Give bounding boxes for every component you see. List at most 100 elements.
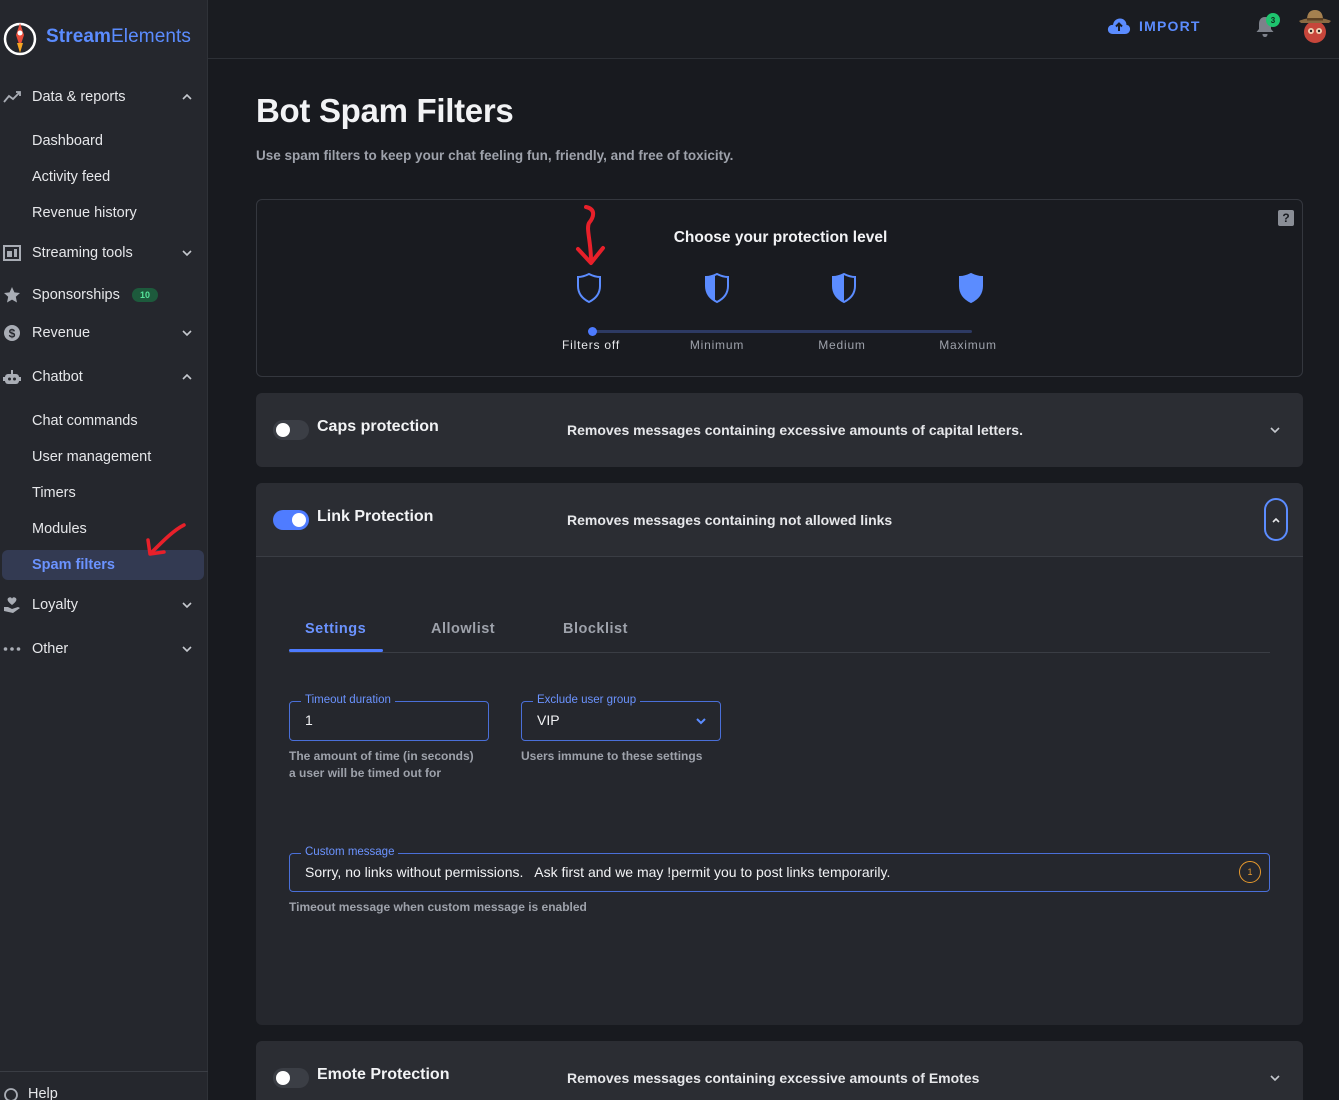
shield-minimum-icon[interactable] bbox=[703, 272, 731, 304]
custom-message-field[interactable]: Custom message Sorry, no links without p… bbox=[289, 846, 1270, 892]
sidebar-item-user-management[interactable]: User management bbox=[0, 439, 208, 475]
annotation-arrow-icon bbox=[576, 205, 605, 265]
sidebar-item-chatbot[interactable]: Chatbot bbox=[0, 359, 208, 395]
emote-protection-row[interactable]: Emote Protection Removes messages contai… bbox=[256, 1041, 1303, 1100]
emote-protection-description: Removes messages containing excessive am… bbox=[567, 1070, 980, 1086]
protection-level-card: Choose your protection level ? Filters o… bbox=[256, 199, 1303, 377]
sponsorships-count-badge: 10 bbox=[132, 288, 159, 302]
sidebar-item-label: Revenue bbox=[32, 325, 91, 341]
shield-maximum-icon[interactable] bbox=[957, 272, 985, 304]
brand-logo[interactable]: StreamElements bbox=[0, 12, 191, 62]
notification-count-badge: 3 bbox=[1266, 13, 1280, 27]
brand-name: StreamElements bbox=[46, 26, 192, 47]
robot-icon bbox=[3, 368, 21, 386]
tab-blocklist[interactable]: Blocklist bbox=[563, 621, 628, 637]
caps-protection-toggle[interactable] bbox=[273, 420, 309, 440]
page-subtitle: Use spam filters to keep your chat feeli… bbox=[256, 148, 734, 163]
more-dots-icon bbox=[3, 640, 21, 658]
dollar-icon: $ bbox=[3, 324, 21, 342]
toggle-knob bbox=[276, 1071, 290, 1085]
timeout-helper-line-2: a user will be timed out for bbox=[289, 766, 442, 780]
sidebar-item-streaming-tools[interactable]: Streaming tools bbox=[0, 235, 208, 271]
chevron-down-icon[interactable] bbox=[1268, 1071, 1282, 1085]
shield-empty-icon[interactable] bbox=[575, 272, 603, 304]
tab-settings[interactable]: Settings bbox=[305, 621, 366, 637]
sidebar-item-label: Other bbox=[32, 641, 69, 657]
link-protection-toggle[interactable] bbox=[273, 510, 309, 530]
custom-message-helper: Timeout message when custom message is e… bbox=[289, 900, 587, 914]
toggle-knob bbox=[292, 513, 306, 527]
sidebar-item-label: User management bbox=[32, 449, 152, 465]
help-link[interactable]: Help bbox=[28, 1086, 58, 1100]
exclude-user-group-label: Exclude user group bbox=[533, 694, 641, 706]
page-title: Bot Spam Filters bbox=[256, 92, 514, 129]
custom-message-counter-badge: 1 bbox=[1239, 861, 1261, 883]
sidebar-item-label: Spam filters bbox=[32, 557, 115, 573]
top-bar: IMPORT 3 bbox=[208, 0, 1339, 59]
level-minimum-label[interactable]: Minimum bbox=[667, 338, 767, 352]
chart-line-icon bbox=[3, 88, 21, 106]
avatar[interactable] bbox=[1297, 8, 1333, 44]
loyalty-icon bbox=[3, 596, 21, 614]
sidebar-item-label: Revenue history bbox=[32, 205, 137, 221]
chevron-down-icon bbox=[182, 250, 192, 257]
chevron-down-icon bbox=[182, 602, 192, 609]
level-filters-off-label[interactable]: Filters off bbox=[541, 338, 641, 352]
star-icon bbox=[3, 286, 21, 304]
timeout-helper-line-1: The amount of time (in seconds) bbox=[289, 749, 474, 763]
sidebar-item-label: Streaming tools bbox=[32, 245, 133, 261]
svg-text:$: $ bbox=[9, 327, 16, 341]
streamelements-logo-icon bbox=[3, 22, 37, 56]
timeout-duration-field[interactable]: Timeout duration 1 bbox=[289, 694, 489, 741]
help-question-icon[interactable]: ? bbox=[1278, 210, 1294, 226]
caps-protection-description: Removes messages containing excessive am… bbox=[567, 422, 1023, 438]
sidebar-item-revenue-history[interactable]: Revenue history bbox=[0, 195, 208, 231]
toggle-knob bbox=[276, 423, 290, 437]
exclude-user-group-helper: Users immune to these settings bbox=[521, 749, 703, 763]
help-circle-icon bbox=[4, 1088, 18, 1100]
chevron-down-icon bbox=[182, 330, 192, 337]
protection-level-slider-handle[interactable] bbox=[588, 327, 597, 336]
level-medium-label[interactable]: Medium bbox=[792, 338, 892, 352]
collapse-button[interactable] bbox=[1264, 498, 1288, 541]
sidebar-item-label: Chat commands bbox=[32, 413, 138, 429]
emote-protection-title: Emote Protection bbox=[317, 1066, 450, 1083]
timeout-duration-value[interactable]: 1 bbox=[305, 712, 313, 728]
sidebar-item-chat-commands[interactable]: Chat commands bbox=[0, 403, 208, 439]
caps-protection-row[interactable]: Caps protection Removes messages contain… bbox=[256, 393, 1303, 467]
sidebar-item-label: Data & reports bbox=[32, 89, 126, 105]
sidebar-footer: Help bbox=[0, 1071, 208, 1100]
sidebar-item-timers[interactable]: Timers bbox=[0, 475, 208, 511]
sidebar-item-data-reports[interactable]: Data & reports bbox=[0, 79, 208, 115]
sidebar-item-loyalty[interactable]: Loyalty bbox=[0, 587, 208, 623]
exclude-user-group-select[interactable]: Exclude user group VIP bbox=[521, 694, 721, 741]
link-protection-tabs: Settings Allowlist Blocklist bbox=[289, 613, 1270, 653]
sidebar-item-other[interactable]: Other bbox=[0, 631, 208, 667]
import-button[interactable]: IMPORT bbox=[1107, 14, 1201, 38]
sidebar-item-label: Chatbot bbox=[32, 369, 83, 385]
shield-medium-icon[interactable] bbox=[830, 272, 858, 304]
link-protection-title: Link Protection bbox=[317, 508, 434, 525]
chevron-down-icon[interactable] bbox=[1268, 423, 1282, 437]
emote-protection-toggle[interactable] bbox=[273, 1068, 309, 1088]
cloud-upload-icon bbox=[1107, 18, 1131, 34]
link-protection-panel: Link Protection Removes messages contain… bbox=[256, 483, 1303, 1025]
active-tab-indicator bbox=[289, 649, 383, 652]
sidebar-item-sponsorships[interactable]: Sponsorships 10 bbox=[0, 277, 208, 313]
timeout-duration-helper: The amount of time (in seconds) a user w… bbox=[289, 748, 474, 782]
chevron-down-icon bbox=[696, 718, 706, 725]
level-maximum-label[interactable]: Maximum bbox=[918, 338, 1018, 352]
tab-allowlist[interactable]: Allowlist bbox=[431, 621, 495, 637]
sidebar-item-label: Sponsorships bbox=[32, 287, 120, 303]
chevron-up-icon bbox=[1272, 517, 1280, 523]
sidebar-item-label: Dashboard bbox=[32, 133, 103, 149]
import-label: IMPORT bbox=[1139, 18, 1201, 34]
caps-protection-title: Caps protection bbox=[317, 418, 439, 435]
annotation-arrow-icon bbox=[146, 523, 186, 556]
link-protection-header[interactable]: Link Protection Removes messages contain… bbox=[256, 483, 1303, 557]
sidebar-item-activity-feed[interactable]: Activity feed bbox=[0, 159, 208, 195]
sidebar-item-dashboard[interactable]: Dashboard bbox=[0, 123, 208, 159]
protection-level-slider-track[interactable] bbox=[591, 330, 972, 333]
custom-message-value[interactable]: Sorry, no links without permissions. Ask… bbox=[305, 864, 890, 880]
sidebar-item-revenue[interactable]: $ Revenue bbox=[0, 315, 208, 351]
